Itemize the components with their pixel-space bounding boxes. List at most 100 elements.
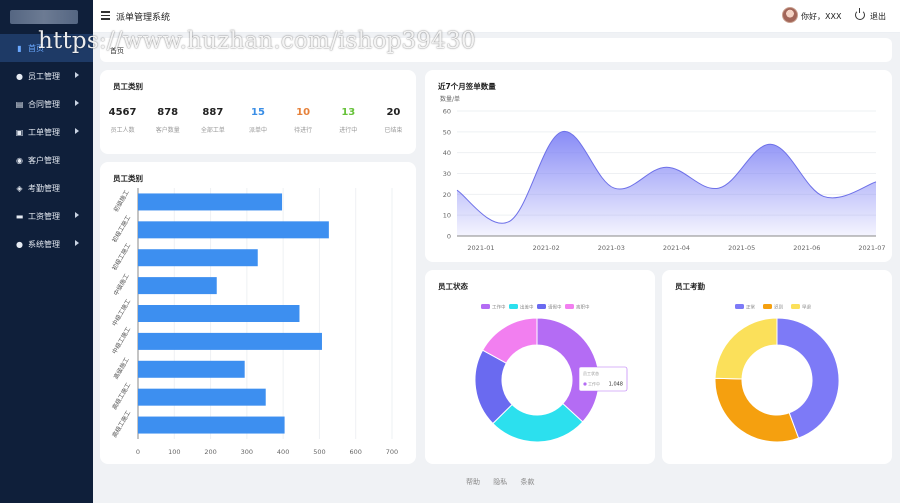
stat-value: 15	[251, 107, 265, 118]
sidebar-item-7[interactable]: ● 系统管理	[0, 230, 93, 258]
bar	[138, 416, 285, 434]
stats-card-title: 员工类别	[113, 82, 143, 91]
bar	[138, 388, 266, 406]
y-tick-label: 高级施工	[112, 356, 131, 381]
y-tick-label: 10	[443, 212, 451, 220]
legend-swatch	[537, 304, 546, 309]
stat-item[interactable]: 878 客户数量	[145, 107, 190, 134]
legend-swatch	[481, 304, 490, 309]
stat-label: 客户数量	[155, 127, 180, 134]
stat-label: 已结束	[384, 127, 403, 134]
chevron-right-icon	[75, 212, 79, 218]
sidebar-item-label: 考勤管理	[28, 183, 60, 193]
stat-value: 4567	[108, 107, 137, 118]
sidebar-item-label: 工资管理	[28, 211, 60, 221]
logo	[10, 10, 78, 24]
y-axis-name: 数量/单	[440, 95, 460, 103]
line-chart-card: 近7个月签单数量 0 10 20 30 40 50 60 数量/单 2021-01 2021-02…	[425, 70, 892, 262]
tooltip-dot	[583, 382, 587, 386]
chevron-right-icon	[75, 128, 79, 134]
x-tick-label: 700	[386, 448, 398, 456]
chevron-right-icon	[75, 100, 79, 106]
sidebar-menu: ▮ 首页 ● 员工管理 ▤ 合同管理 ▣ 工单管理 ◉ 客户管理 ◈ 考勤管理 ▬ 工资管理 ● 系统管理	[0, 34, 93, 258]
sidebar-item-3[interactable]: ▣ 工单管理	[0, 118, 93, 146]
stat-label: 派单中	[248, 127, 267, 134]
x-tick-label: 100	[168, 448, 180, 456]
stat-item[interactable]: 20 已结束	[371, 107, 416, 134]
bar	[138, 305, 300, 322]
y-tick-label: 50	[443, 128, 451, 136]
logout-button[interactable]: 退出	[870, 11, 886, 22]
x-tick-label: 2021-05	[728, 244, 755, 252]
stat-label: 全部工单	[200, 127, 225, 134]
stat-value: 20	[386, 107, 401, 118]
x-tick-label: 200	[204, 448, 216, 456]
sidebar-item-label: 系统管理	[28, 239, 60, 249]
footer-links: 帮助 隐私 条款	[466, 477, 545, 487]
stat-item[interactable]: 10 待进行	[281, 107, 326, 134]
legend-swatch	[735, 304, 744, 309]
y-tick-label: 60	[443, 108, 451, 116]
customers-icon: ◉	[16, 155, 23, 165]
stat-value: 887	[202, 107, 224, 118]
stat-item[interactable]: 15 派单中	[235, 107, 280, 134]
sidebar-item-1[interactable]: ● 员工管理	[0, 62, 93, 90]
stat-label: 进行中	[339, 127, 358, 134]
footer-link-help[interactable]: 帮助	[466, 478, 480, 486]
stat-item[interactable]: 13 进行中	[326, 107, 371, 134]
settings-user-icon: ●	[16, 239, 23, 249]
chart-tooltip: 员工状态工作中 1,048	[578, 366, 628, 392]
x-tick-label: 2021-03	[598, 244, 625, 252]
stats-row: 4567 员工人数 878 客户数量 887 全部工单 15 派单中 10 待进行 13 进行中 20 已…	[100, 107, 416, 134]
stat-label: 待进行	[294, 127, 313, 134]
sidebar-item-4[interactable]: ◉ 客户管理	[0, 146, 93, 174]
legend-swatch	[763, 304, 772, 309]
location-icon: ◈	[16, 183, 23, 193]
line-chart: 0 10 20 30 40 50 60 数量/单 2021-01 2021-02 2021-03 20…	[440, 95, 886, 252]
x-tick-label: 2021-07	[858, 244, 885, 252]
footer-link-terms[interactable]: 条款	[520, 478, 534, 486]
y-tick-label: 20	[443, 191, 451, 199]
bar	[138, 277, 217, 295]
bar-chart: 0 100 200 300 400 500 600 700 初级施工初级工施工初级工施工中级施工…	[110, 188, 398, 456]
user-greeting[interactable]: 你好，XXX	[801, 11, 841, 22]
stat-value: 10	[296, 107, 311, 118]
y-tick-label: 高级工施工	[110, 409, 132, 439]
y-tick-label: 初级工施工	[110, 242, 132, 272]
stat-value: 878	[157, 107, 179, 118]
sidebar-item-label: 合同管理	[28, 99, 60, 109]
stat-item[interactable]: 4567 员工人数	[100, 107, 145, 134]
tooltip-label: 工作中	[588, 381, 600, 387]
stat-item[interactable]: 887 全部工单	[190, 107, 235, 134]
footer-link-privacy[interactable]: 隐私	[493, 478, 507, 486]
stat-value: 13	[341, 107, 356, 118]
sidebar-item-2[interactable]: ▤ 合同管理	[0, 90, 93, 118]
status-donut-chart: 工作中 出差中 请假中 离职中员工状态工作中 1,048	[474, 304, 628, 443]
legend-label: 出差中	[520, 304, 534, 311]
stat-label: 员工人数	[110, 127, 135, 134]
chart-icon: ▮	[17, 43, 22, 53]
x-tick-label: 0	[136, 448, 140, 456]
tooltip-value: 1,048	[609, 382, 623, 388]
app-title: 派单管理系统	[116, 13, 171, 23]
bar	[138, 249, 258, 267]
bar	[138, 193, 283, 211]
x-tick-label: 600	[350, 448, 362, 456]
chevron-right-icon	[75, 72, 79, 78]
attendance-donut-chart: 正常 迟到 早退	[714, 304, 840, 443]
x-tick-label: 400	[277, 448, 289, 456]
legend-swatch	[791, 304, 800, 309]
sidebar-item-5[interactable]: ◈ 考勤管理	[0, 174, 93, 202]
user-icon: ●	[16, 71, 23, 81]
y-tick-label: 中级工施工	[110, 298, 132, 328]
menu-toggle-icon[interactable]	[101, 11, 110, 20]
x-tick-label: 2021-04	[663, 244, 690, 252]
avatar[interactable]	[782, 7, 798, 23]
x-tick-label: 2021-02	[533, 244, 560, 252]
power-icon[interactable]	[855, 8, 865, 20]
contract-icon: ▤	[15, 99, 24, 109]
legend-label: 工作中	[492, 304, 506, 311]
sidebar-item-6[interactable]: ▬ 工资管理	[0, 202, 93, 230]
y-tick-label: 40	[443, 149, 451, 157]
bar-chart-card: 员工类别 0 100 200 300 400 500 600 700 初级施工 初级工施工 初级工施…	[100, 162, 416, 464]
